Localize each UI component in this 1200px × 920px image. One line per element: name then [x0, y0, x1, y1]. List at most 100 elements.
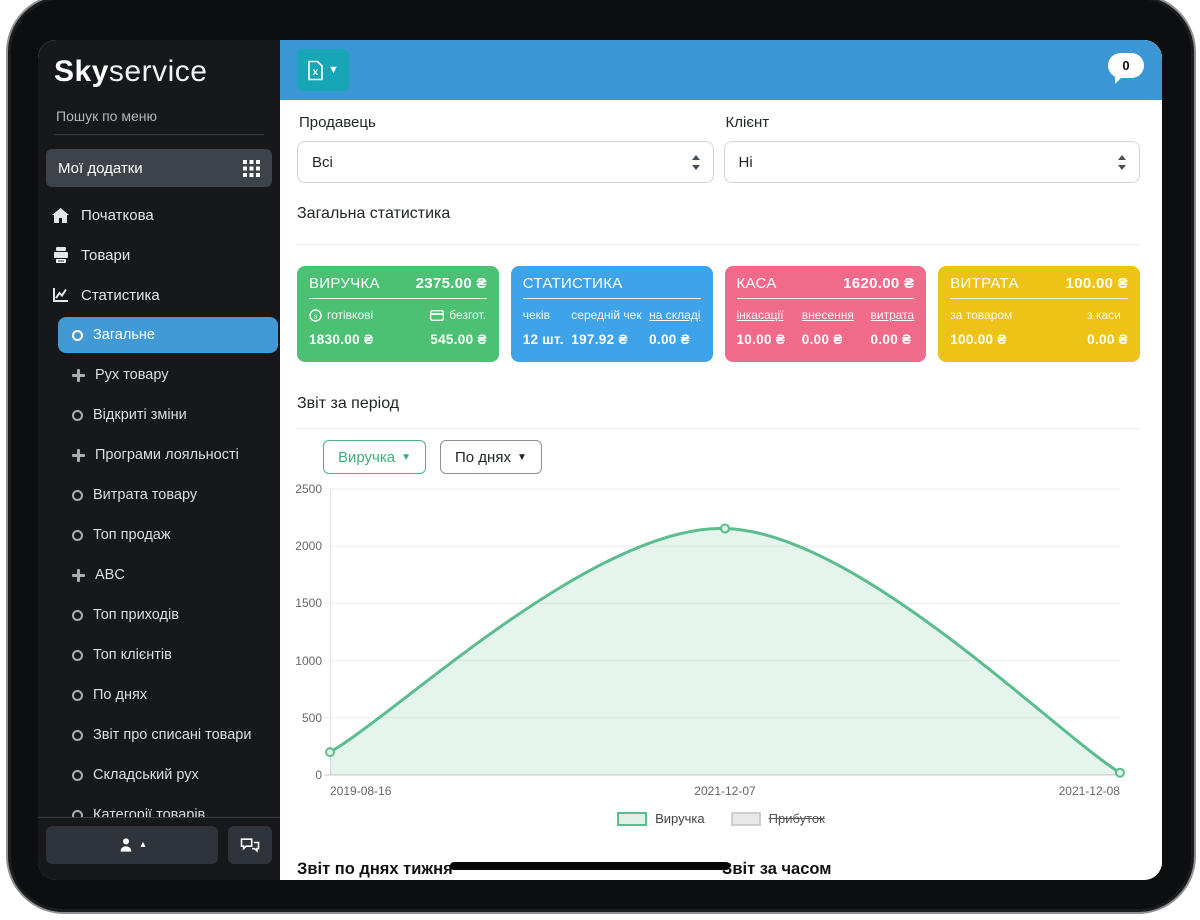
client-label: Клієнт: [725, 114, 770, 131]
notifications-bubble[interactable]: 0: [1108, 53, 1144, 84]
sidebar-subitem-loyalty[interactable]: Програми лояльності: [58, 435, 278, 475]
menu-search-input[interactable]: Пошук по меню: [54, 102, 264, 135]
circle-icon: [72, 609, 83, 621]
legend-label: Прибуток: [768, 811, 825, 826]
credit-card-icon: [430, 309, 445, 321]
badge-count: 0: [1122, 58, 1130, 73]
user-icon: [121, 838, 132, 852]
sidebar-subitem-vytrata-tovaru[interactable]: Витрата товару: [58, 475, 278, 515]
collections-link[interactable]: інкасації: [737, 308, 786, 322]
sidebar-subitem-top-prodazh[interactable]: Топ продаж: [58, 515, 278, 555]
y-tick: 1000: [295, 653, 322, 668]
card-total: 100.00 ₴: [1065, 275, 1128, 292]
grouping-dropdown-button[interactable]: По днях ▼: [440, 440, 542, 474]
grid-icon: [243, 159, 260, 177]
card-col-value: 100.00 ₴: [950, 332, 1007, 347]
y-tick: 500: [301, 710, 322, 725]
card-title: ВИРУЧКА: [309, 275, 380, 292]
sidebar-subitem-label: Відкриті зміни: [93, 407, 187, 423]
seller-select-value: Всі: [312, 153, 333, 171]
sidebar-nav: Початкова Товари Статистика Загальне Рух…: [38, 195, 280, 835]
circle-icon: [72, 729, 83, 741]
sidebar-item-goods[interactable]: Товари: [38, 235, 280, 275]
card-total: 1620.00 ₴: [843, 275, 915, 292]
chart-y-axis: 0 500 1000 1500 2000 2500: [280, 482, 322, 782]
sidebar-item-home[interactable]: Початкова: [38, 195, 280, 235]
my-apps-label: Мої додатки: [58, 159, 143, 177]
card-col-label: за товаром: [950, 308, 1013, 322]
export-excel-button[interactable]: x ▼: [297, 49, 349, 91]
card-col-value: 545.00 ₴: [430, 332, 487, 347]
y-tick: 2500: [295, 482, 322, 496]
sidebar-subitem-label: Загальне: [93, 327, 155, 343]
coin-icon: s: [309, 308, 322, 322]
sidebar-subitem-vidkryti-zminy[interactable]: Відкриті зміни: [58, 395, 278, 435]
x-tick: 2019-08-16: [330, 784, 392, 798]
legend-item-profit[interactable]: Прибуток: [730, 811, 825, 826]
svg-text:x: x: [313, 67, 319, 78]
sidebar-subitem-label: Топ продаж: [93, 527, 171, 543]
svg-text:s: s: [314, 311, 318, 320]
sidebar: Skyservice Пошук по меню Мої додатки Поч…: [38, 40, 280, 880]
y-tick: 1500: [295, 596, 322, 611]
sidebar-subitem-po-dniakh[interactable]: По днях: [58, 675, 278, 715]
legend-item-revenue[interactable]: Виручка: [617, 811, 705, 826]
stat-card-expense: ВИТРАТА 100.00 ₴ за товаром 100.00 ₴ з к…: [938, 266, 1140, 362]
seller-label: Продавець: [299, 114, 376, 131]
app-screen: Skyservice Пошук по меню Мої додатки Поч…: [38, 40, 1162, 880]
user-menu-button[interactable]: ▴: [46, 826, 218, 864]
hours-section-title: Звіт за часом: [722, 860, 832, 878]
sidebar-subitem-label: Програми лояльності: [95, 447, 239, 463]
warehouse-link[interactable]: на складі: [649, 308, 700, 322]
sidebar-footer: ▴: [38, 817, 280, 880]
card-col-label: безгот.: [430, 308, 486, 322]
circle-icon: [72, 489, 83, 501]
sidebar-subitem-zagalne[interactable]: Загальне: [58, 317, 278, 353]
main-content: x ▼ 0 Продавець Всі Клієнт Ні Загальна с…: [280, 40, 1162, 880]
y-tick: 0: [315, 768, 322, 782]
caret-down-icon: ▼: [328, 64, 339, 76]
card-title: ВИТРАТА: [950, 275, 1019, 292]
my-apps-button[interactable]: Мої додатки: [46, 149, 272, 187]
sidebar-subitem-top-klientiv[interactable]: Топ клієнтів: [58, 635, 278, 675]
sidebar-item-label: Товари: [81, 246, 131, 264]
seller-select[interactable]: Всі: [297, 141, 714, 183]
legend-swatch-green: [617, 811, 648, 826]
stat-card-cash: КАСА 1620.00 ₴ інкасації 10.00 ₴ внесенн…: [724, 266, 927, 362]
sidebar-item-statistics[interactable]: Статистика: [38, 275, 280, 315]
updown-arrows-icon: [1118, 154, 1126, 170]
card-col-value: 1830.00 ₴: [309, 332, 374, 347]
card-col-label: чеків: [522, 308, 550, 322]
chat-button[interactable]: [228, 826, 272, 864]
sidebar-subitem-label: Топ приходів: [93, 607, 179, 623]
circle-icon: [72, 689, 83, 701]
card-col-value: 0.00 ₴: [649, 332, 690, 347]
app-logo: Skyservice: [38, 40, 280, 90]
circle-icon: [72, 329, 83, 341]
top-bar: x ▼ 0: [280, 40, 1162, 100]
stat-cards-row: ВИРУЧКА 2375.00 ₴ s готівкові 1830.00 ₴: [297, 266, 1140, 362]
chart-x-axis: 2019-08-16 2021-12-07 2021-12-08: [330, 784, 1120, 798]
sidebar-subitem-rukh-tovaru[interactable]: Рух товару: [58, 355, 278, 395]
period-section-title: Звіт за період: [297, 395, 400, 412]
card-col-value: 0.00 ₴: [801, 332, 843, 347]
home-indicator[interactable]: [450, 862, 730, 870]
logo-light: service: [108, 55, 208, 88]
client-select[interactable]: Ні: [723, 141, 1140, 183]
circle-icon: [72, 649, 83, 661]
deposits-link[interactable]: внесення: [802, 308, 854, 322]
sidebar-subitem-abc[interactable]: ABC: [58, 555, 278, 595]
grouping-dropdown-label: По днях: [455, 448, 511, 466]
metric-dropdown-button[interactable]: Виручка ▼: [323, 440, 427, 474]
card-col-value: 12 шт.: [522, 332, 564, 347]
sidebar-subitem-top-prykhodiv[interactable]: Топ приходів: [58, 595, 278, 635]
circle-icon: [72, 409, 83, 421]
card-col-value: 0.00 ₴: [870, 332, 912, 347]
expense-link[interactable]: витрата: [871, 308, 915, 322]
card-col-label: з каси: [1087, 308, 1121, 322]
plus-icon: [72, 568, 85, 582]
caret-up-icon: ▴: [140, 839, 146, 850]
sidebar-subitem-skladskyi-rukh[interactable]: Складський рух: [58, 755, 278, 795]
sidebar-subitem-spysani-tovary[interactable]: Звіт про списані товари: [58, 715, 278, 755]
stats-section-title: Загальна статистика: [297, 205, 451, 222]
